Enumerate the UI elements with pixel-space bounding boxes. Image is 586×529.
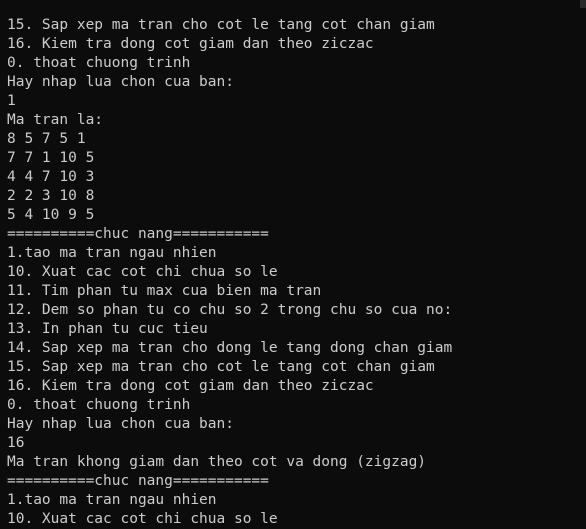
console-line: Hay nhap lua chon cua ban: <box>7 416 234 432</box>
console-line: 16. Kiem tra dong cot giam dan theo zicz… <box>7 36 374 52</box>
console-line: 15. Sap xep ma tran cho cot le tang cot … <box>7 359 435 375</box>
console-line: 1 <box>7 93 16 109</box>
console-line: 4 4 7 10 3 <box>7 169 95 185</box>
console-line: 0. thoat chuong trinh <box>7 397 191 413</box>
console-line: Ma tran khong giam dan theo cot va dong … <box>7 454 427 470</box>
window-top-edge <box>0 0 586 8</box>
console-line: 1.tao ma tran ngau nhien <box>7 245 217 261</box>
console-line: 2 2 3 10 8 <box>7 188 95 204</box>
console-line: 7 7 1 10 5 <box>7 150 95 166</box>
console-line: ==========chuc nang=========== <box>7 226 269 242</box>
console-line: 12. Dem so phan tu co chu so 2 trong chu… <box>7 302 453 318</box>
console-line: Hay nhap lua chon cua ban: <box>7 74 234 90</box>
console-line: ==========chuc nang=========== <box>7 473 269 489</box>
console-line: 15. Sap xep ma tran cho cot le tang cot … <box>7 17 435 33</box>
console-line: 16. Kiem tra dong cot giam dan theo zicz… <box>7 378 374 394</box>
console-line: 5 4 10 9 5 <box>7 207 95 223</box>
console-line: Ma tran la: <box>7 112 104 128</box>
console-line: 8 5 7 5 1 <box>7 131 86 147</box>
console-output[interactable]: 15. Sap xep ma tran cho cot le tang cot … <box>7 16 582 529</box>
console-line: 13. In phan tu cuc tieu <box>7 321 208 337</box>
console-line: 0. thoat chuong trinh <box>7 55 191 71</box>
console-line: 16 <box>7 435 25 451</box>
console-line: 1.tao ma tran ngau nhien <box>7 492 217 508</box>
console-line: 14. Sap xep ma tran cho dong le tang don… <box>7 340 453 356</box>
scrollbar[interactable] <box>580 0 586 8</box>
console-line: 10. Xuat cac cot chi chua so le <box>7 264 278 280</box>
console-line: 11. Tim phan tu max cua bien ma tran <box>7 283 322 299</box>
